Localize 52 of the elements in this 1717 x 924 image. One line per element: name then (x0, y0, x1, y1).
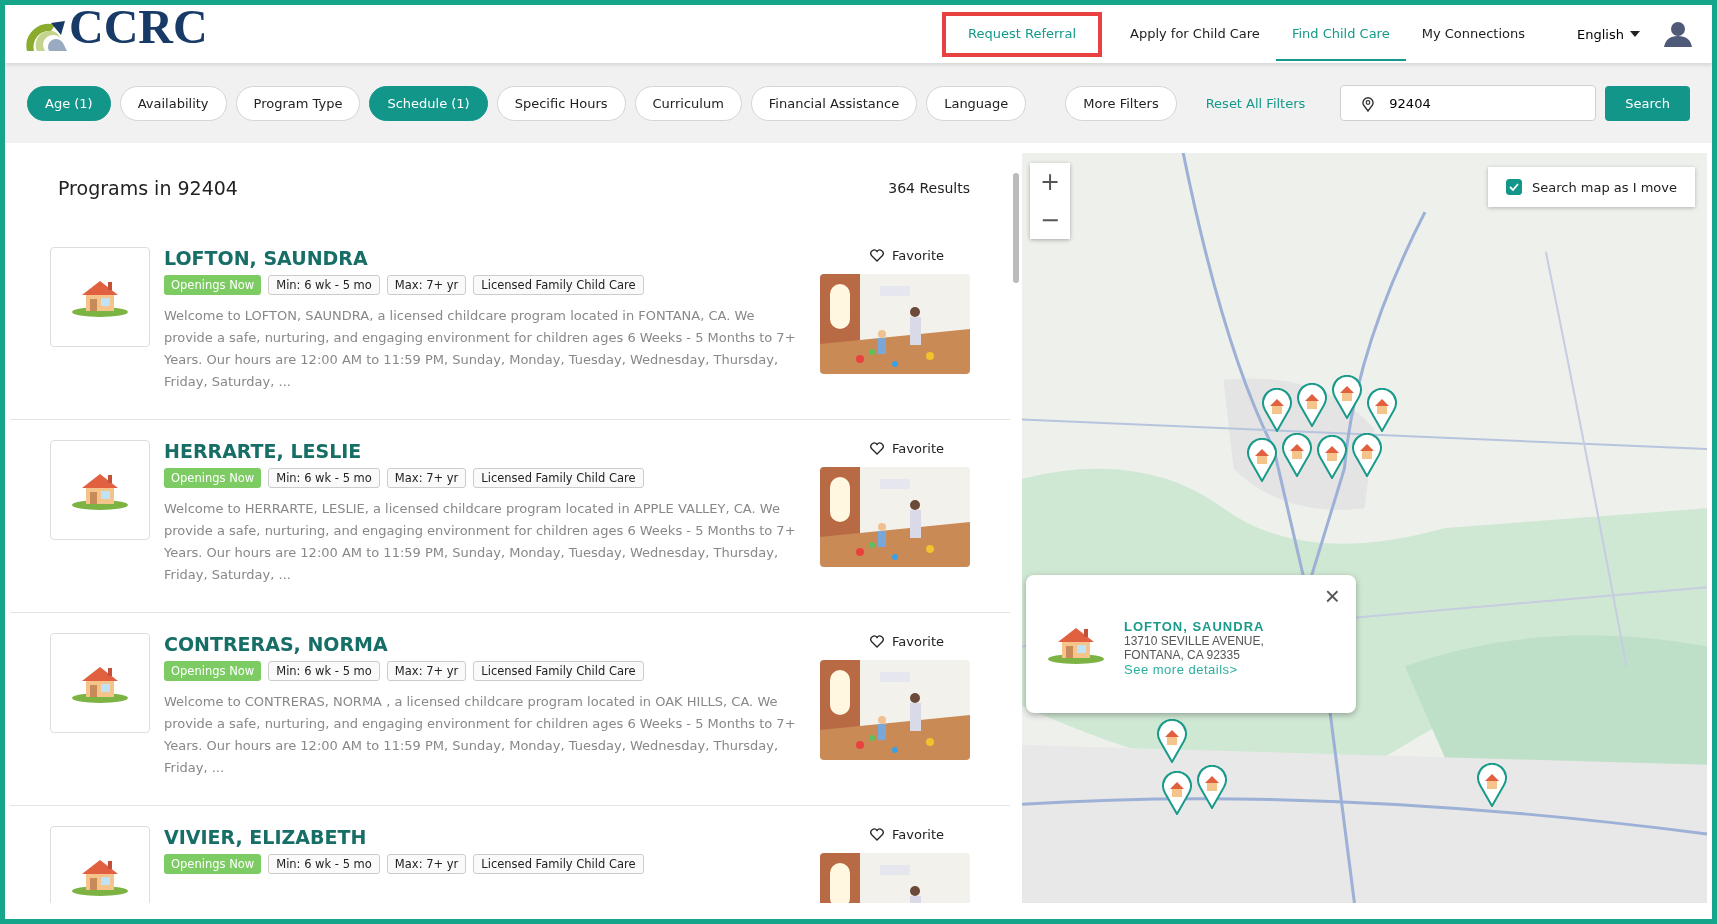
popup-address: 13710 SEVILLE AVENUE, (1124, 634, 1265, 648)
program-tag: Max: 7+ yr (386, 661, 467, 681)
popup-address: FONTANA, CA 92335 (1124, 648, 1241, 662)
program-tag: Licensed Family Child Care (473, 661, 644, 681)
program-name[interactable]: HERRARTE, LESLIE (164, 440, 806, 462)
logo-text: CCRC (69, 5, 208, 51)
popup-title: LOFTON, SAUNDRA (1124, 619, 1265, 634)
nav-link[interactable]: Find Child Care (1275, 7, 1406, 61)
nav-link[interactable]: My Connections (1405, 7, 1542, 61)
location-search-field[interactable]: 92404 (1340, 85, 1597, 121)
filter-chip[interactable]: Availability (119, 85, 227, 121)
program-description: Welcome to HERRARTE, LESLIE, a licensed childcare program located in APPLE VALLEY, CA. We provide a safe, nurturing, and engaging environment for children ages 6 Weeks - 5 Months to 7+ Years. Our hours are 12:00 AM to 11:59 PM, Sunday, Monday, Tuesday, Wednesday, Thursday, Friday, Saturday, ... (164, 500, 797, 584)
program-tag: Max: 7+ yr (386, 854, 467, 874)
results-heading: Programs in 92404 (58, 177, 238, 199)
program-description: Welcome to LOFTON, SAUNDRA, a licensed childcare program located in FONTANA, CA. We provide a safe, nurturing, and engaging environment for children ages 6 Weeks - 5 Months to 7+ Years. Our hours are 12:00 AM to 11:59 PM, Sunday, Monday, Tuesday, Wednesday, Thursday, Friday, Saturday, ... (164, 307, 797, 391)
language-dropdown[interactable]: English (1571, 25, 1646, 43)
openings-badge: Openings Now (164, 661, 262, 681)
zoom-in-button[interactable]: + (1030, 163, 1070, 201)
favorite-button[interactable]: Favorite (864, 633, 950, 650)
openings-badge: Openings Now (164, 468, 262, 488)
program-description: Welcome to CONTRERAS, NORMA , a licensed childcare program located in OAK HILLS, CA. We provide a safe, nurturing, and engaging environment for children ages 6 Weeks - 5 Months to 7+ Years. Our hours are 12:00 AM to 11:59 PM, Sunday, Monday, Tuesday, Wednesday, Thursday, Friday, ... (164, 693, 797, 777)
openings-badge: Openings Now (164, 854, 262, 874)
program-name[interactable]: CONTRERAS, NORMA (164, 633, 806, 655)
filter-chip[interactable]: Program Type (235, 85, 361, 121)
filter-chip[interactable]: Age (1) (27, 85, 111, 121)
filter-chip[interactable]: Specific Hours (496, 85, 626, 121)
zoom-out-button[interactable]: − (1030, 201, 1070, 239)
program-tag: Licensed Family Child Care (473, 275, 644, 295)
filter-chip[interactable]: Language (926, 85, 1027, 121)
favorite-button[interactable]: Favorite (864, 826, 950, 843)
program-name[interactable]: LOFTON, SAUNDRA (164, 247, 806, 269)
checkbox-label: Search map as I move (1532, 179, 1677, 195)
program-tag: Min: 6 wk - 5 mo (268, 661, 380, 681)
program-tag: Max: 7+ yr (386, 468, 467, 488)
program-tag: Min: 6 wk - 5 mo (268, 275, 380, 295)
program-tag: Max: 7+ yr (386, 275, 467, 295)
openings-badge: Openings Now (164, 275, 262, 295)
favorite-button[interactable]: Favorite (864, 440, 950, 457)
more-filters-button[interactable]: More Filters (1065, 85, 1177, 121)
filter-chip[interactable]: Schedule (1) (369, 85, 488, 121)
search-button[interactable]: Search (1605, 85, 1690, 121)
favorite-button[interactable]: Favorite (864, 247, 950, 264)
program-tag: Licensed Family Child Care (473, 854, 644, 874)
filter-chip[interactable]: Curriculum (634, 85, 742, 121)
close-button[interactable]: × (1320, 583, 1344, 609)
nav-link[interactable]: Apply for Child Care (1114, 7, 1276, 61)
program-tag: Min: 6 wk - 5 mo (268, 468, 380, 488)
program-tag: Licensed Family Child Care (473, 468, 644, 488)
program-name[interactable]: VIVIER, ELIZABETH (164, 826, 806, 848)
results-count: 364 Results (888, 180, 970, 196)
program-tag: Min: 6 wk - 5 mo (268, 854, 380, 874)
filter-chip[interactable]: Financial Assistance (750, 85, 918, 121)
